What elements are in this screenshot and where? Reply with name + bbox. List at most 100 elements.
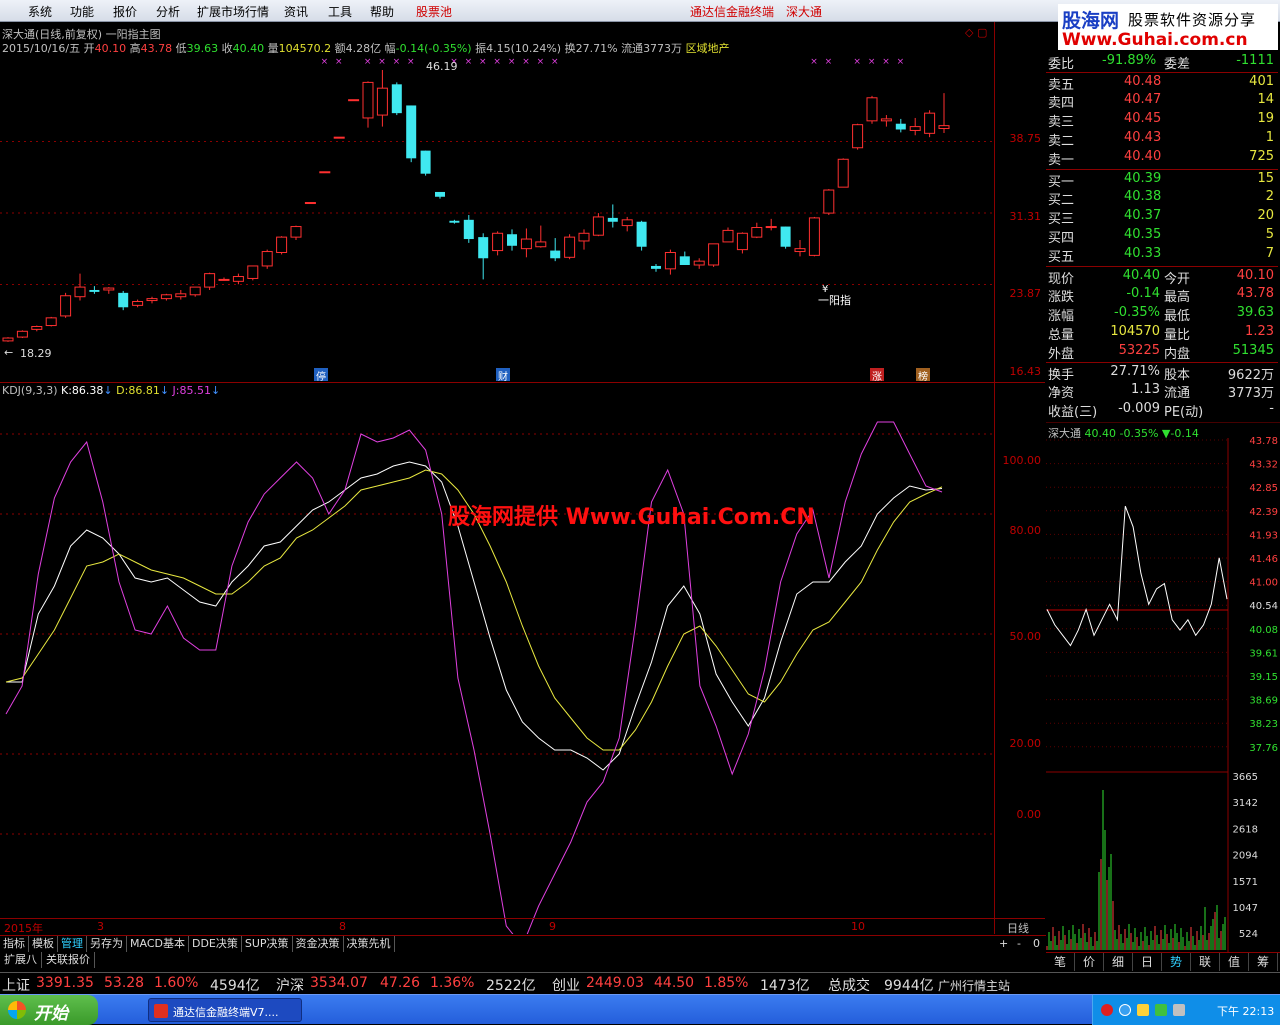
tab-chips[interactable]: 筹 [1249, 953, 1278, 971]
tab-save-as[interactable]: 另存为 [87, 936, 127, 952]
stat-row[interactable]: 净资 1.13 流通 3773万 [1046, 381, 1278, 401]
tag-limit-up[interactable]: 涨 [870, 368, 884, 383]
tab-indicator[interactable]: 指标 [0, 936, 29, 952]
candle-body [276, 236, 288, 253]
tab-dde[interactable]: DDE决策 [189, 936, 242, 952]
time-axis-divider [0, 918, 1045, 919]
tab-price[interactable]: 价 [1075, 953, 1104, 971]
zoom-out-button[interactable]: - [1014, 936, 1024, 952]
period-label[interactable]: 日线 [1007, 920, 1029, 936]
intraday-panel[interactable]: 深大通 40.40 -0.35% ▼-0.14 43.78 43.32 42.85 4… [1046, 422, 1280, 952]
ask-row[interactable]: 卖二 40.43 1 [1046, 129, 1278, 149]
tag-ranking[interactable]: 榜 [916, 368, 930, 383]
zoom-in-button[interactable]: + [996, 936, 1011, 952]
signal-mark: × [810, 57, 818, 67]
stat-value: 27.71% [1110, 364, 1160, 379]
cy-change: 44.50 [654, 975, 695, 991]
ask-row[interactable]: 卖三 40.45 19 [1046, 110, 1278, 130]
menu-quote[interactable]: 报价 [113, 3, 137, 20]
diff-value: -1111 [1236, 53, 1274, 68]
ask-row[interactable]: 卖一 40.40 725 [1046, 148, 1278, 168]
tab-extend[interactable]: 扩展八 [0, 952, 42, 968]
candlestick-chart[interactable]: × × × × × × × × × × × × × × × × × × × × [0, 22, 1045, 934]
signal-mark: × [393, 57, 401, 67]
stat-row[interactable]: 总量 104570 量比 1.23 [1046, 323, 1278, 343]
tab-linked[interactable]: 联 [1191, 953, 1220, 971]
candle-body [16, 330, 28, 338]
ask-price: 40.43 [1124, 130, 1162, 145]
order-ratio-row[interactable]: 委比 -91.89% 委差 -1111 [1046, 52, 1278, 72]
ask-volume: 725 [1249, 149, 1274, 164]
tab-capital[interactable]: 资金决策 [293, 936, 344, 952]
candle-body [232, 276, 244, 282]
stat-value: 40.40 [1122, 268, 1160, 283]
signal-mark: × [537, 57, 545, 67]
tray-app-icon[interactable] [1101, 1004, 1113, 1016]
menu-function[interactable]: 功能 [70, 3, 94, 20]
tab-manage[interactable]: 管理 [58, 936, 87, 952]
mini-price-label: 37.76 [1249, 743, 1278, 754]
tab-trend[interactable]: 势 [1162, 953, 1191, 971]
candle-body [880, 118, 892, 122]
tray-clock[interactable]: 下午 22:13 [1217, 1003, 1274, 1019]
ratio-value: -91.89% [1102, 53, 1157, 68]
menu-stock-pool[interactable]: 股票池 [416, 3, 452, 20]
signal-mark: × [882, 57, 890, 67]
kdj-j-value: 85.51 [179, 384, 212, 397]
tray-shield-icon[interactable] [1137, 1004, 1149, 1016]
stat-row[interactable]: 外盘 53225 内盘 51345 [1046, 342, 1278, 362]
intraday-chart[interactable]: 43.78 43.32 42.85 42.39 41.93 41.46 41.00 40.54… [1046, 422, 1280, 952]
start-button[interactable]: 开始 [0, 995, 98, 1025]
main-chart-area[interactable]: 深大通(日线,前复权) 一阳指主图 ◇ ▢ 2015/10/16/五 开40.1… [0, 22, 1045, 936]
mini-price-label: 38.23 [1249, 719, 1278, 730]
menu-info[interactable]: 资讯 [284, 3, 308, 20]
tab-trades[interactable]: 笔 [1046, 953, 1075, 971]
taskbar-app-item[interactable]: 通达信金融终端V7.... [148, 998, 302, 1022]
menu-extended-market[interactable]: 扩展市场行情 [197, 3, 269, 20]
stat-row[interactable]: 收益(三) -0.009 PE(动) - [1046, 400, 1278, 420]
menu-analysis[interactable]: 分析 [156, 3, 180, 20]
candle-body [333, 136, 345, 139]
bid-row[interactable]: 买四 40.35 5 [1046, 226, 1278, 246]
tab-template[interactable]: 模板 [29, 936, 58, 952]
tab-value[interactable]: 值 [1220, 953, 1249, 971]
candle-body [780, 226, 791, 247]
tray-volume-icon[interactable] [1173, 1004, 1185, 1016]
tray-qq-icon[interactable] [1119, 1004, 1131, 1016]
stat-row[interactable]: 涨跌 -0.14 最高 43.78 [1046, 285, 1278, 305]
quote-panel: 委比 -91.89% 委差 -1111 卖五 40.48 401 卖四 40.47 14 卖三 40.… [1046, 52, 1280, 422]
tag-suspend[interactable]: 停 [314, 368, 328, 383]
bid-row[interactable]: 买三 40.37 20 [1046, 207, 1278, 227]
ask-row[interactable]: 卖四 40.47 14 [1046, 91, 1278, 111]
tag-finance[interactable]: 财 [496, 368, 510, 383]
stat-label: 最低 [1164, 309, 1191, 324]
tab-detail[interactable]: 细 [1104, 953, 1133, 971]
menu-system[interactable]: 系统 [28, 3, 52, 20]
tab-decision[interactable]: 决策先机 [344, 936, 395, 952]
candle-body [636, 221, 647, 247]
bid-row[interactable]: 买五 40.33 7 [1046, 245, 1278, 265]
cy-pct: 1.85% [704, 975, 749, 991]
market-station[interactable]: 广州行情主站 [938, 977, 1010, 994]
ask-label: 卖一 [1048, 153, 1075, 168]
menu-tools[interactable]: 工具 [328, 3, 352, 20]
window-stock-name: 深大通 [786, 5, 823, 19]
stat-value: - [1269, 401, 1274, 416]
bid-row[interactable]: 买二 40.38 2 [1046, 188, 1278, 208]
tab-macd[interactable]: MACD基本 [127, 936, 189, 952]
stat-row[interactable]: 现价 40.40 今开 40.10 [1046, 266, 1278, 287]
tab-daily[interactable]: 日 [1133, 953, 1162, 971]
tab-related-quote[interactable]: 关联报价 [42, 952, 95, 968]
stat-row[interactable]: 换手 27.71% 股本 9622万 [1046, 362, 1278, 383]
tab-sup[interactable]: SUP决策 [242, 936, 293, 952]
candle-body [679, 256, 690, 265]
tray-network-icon[interactable] [1155, 1004, 1167, 1016]
bid-row[interactable]: 买一 40.39 15 [1046, 169, 1278, 190]
zoom-reset-button[interactable]: 0 [1030, 936, 1043, 952]
menu-help[interactable]: 帮助 [370, 3, 394, 20]
ask-row[interactable]: 卖五 40.48 401 [1046, 72, 1278, 93]
stat-row[interactable]: 涨幅 -0.35% 最低 39.63 [1046, 304, 1278, 324]
bid-price: 40.33 [1124, 246, 1162, 261]
stat-label: PE(动) [1164, 405, 1204, 420]
taskbar-app-label: 通达信金融终端V7.... [173, 1006, 279, 1019]
